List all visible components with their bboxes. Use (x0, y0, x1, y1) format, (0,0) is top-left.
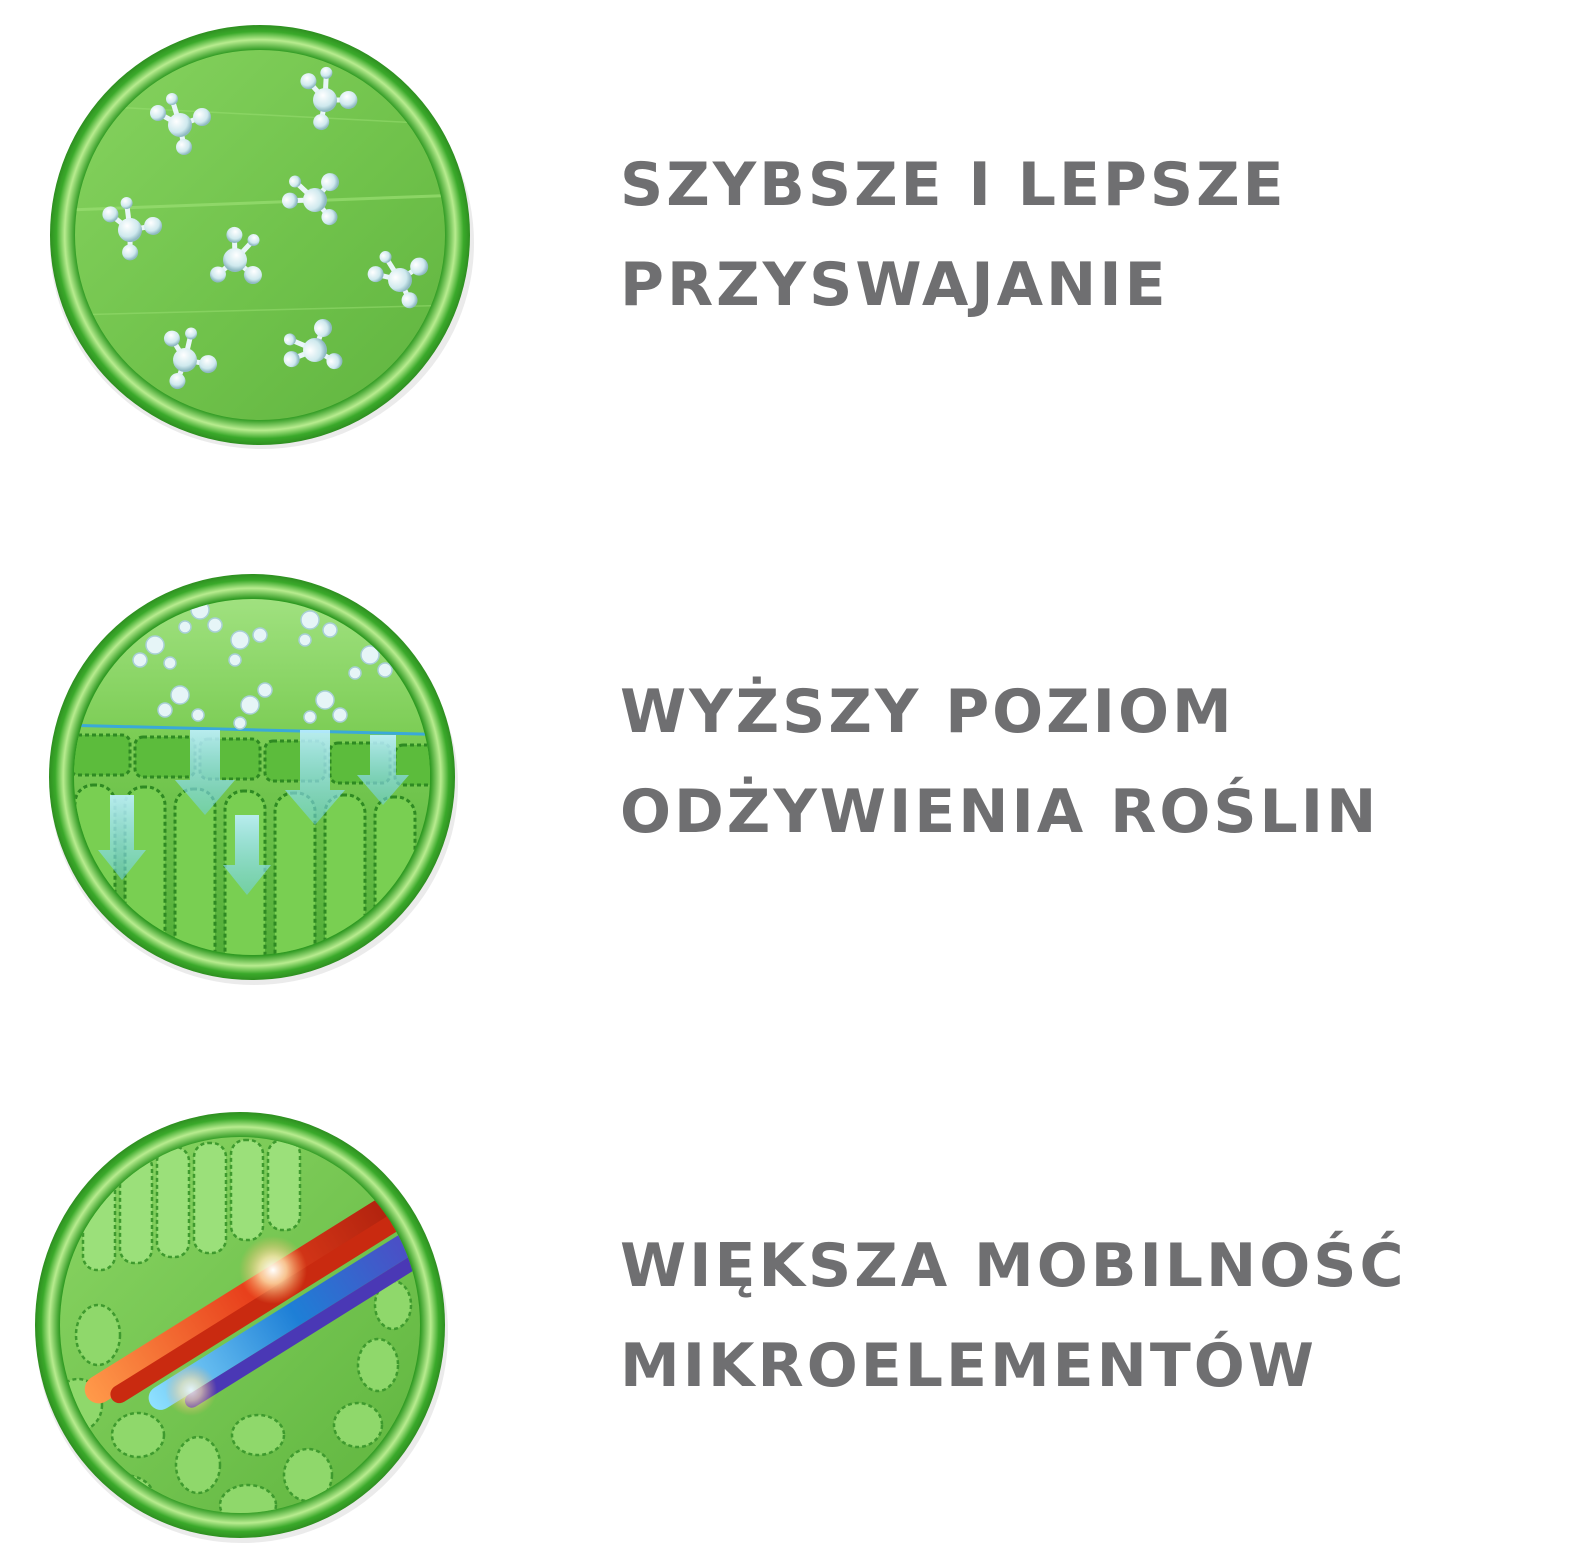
feature-title-line-1: WYŻSZY POZIOM (620, 677, 1235, 747)
feature-title: WIĘKSZA MOBILNOŚĆ MIKROELEMENTÓW (620, 1216, 1407, 1416)
feature-title: SZYBSZE I LEPSZE PRZYSWAJANIE (620, 135, 1287, 335)
feature-title-line-2: ODŻYWIENIA ROŚLIN (620, 777, 1380, 847)
plant-vascular-transport-icon (35, 1112, 448, 1543)
feature-title-line-1: SZYBSZE I LEPSZE (620, 150, 1287, 220)
feature-higher-nutrition: WYŻSZY POZIOM ODŻYWIENIA ROŚLIN (0, 560, 1587, 990)
feature-title-line-2: MIKROELEMENTÓW (620, 1331, 1317, 1401)
feature-title: WYŻSZY POZIOM ODŻYWIENIA ROŚLIN (620, 662, 1379, 862)
molecules-on-leaf-icon (50, 25, 474, 449)
leaf-cells-absorption-icon (49, 574, 458, 985)
feature-title-line-2: PRZYSWAJANIE (620, 250, 1169, 320)
feature-micronutrient-mobility: WIĘKSZA MOBILNOŚĆ MIKROELEMENTÓW (0, 1100, 1587, 1554)
feature-title-line-1: WIĘKSZA MOBILNOŚĆ (620, 1231, 1407, 1301)
feature-faster-absorption: SZYBSZE I LEPSZE PRZYSWAJANIE (0, 0, 1587, 460)
